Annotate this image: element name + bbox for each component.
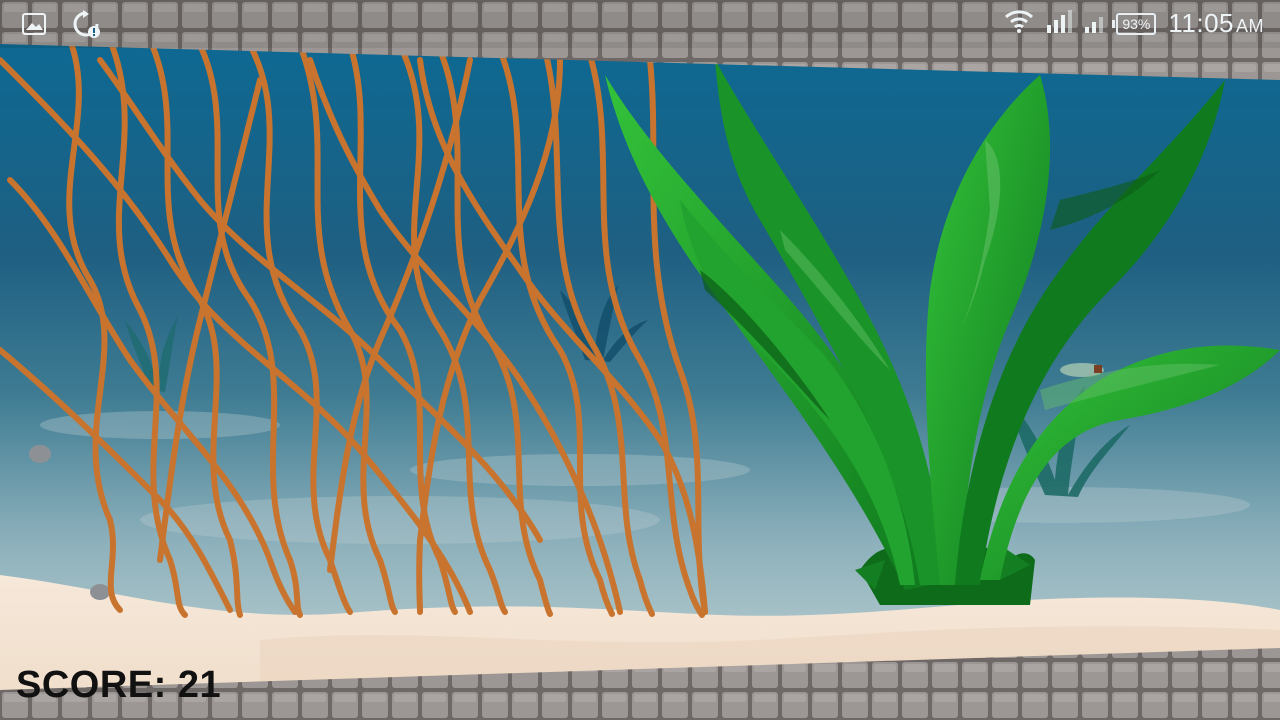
score-label: SCORE: 21 [16, 664, 222, 706]
status-bar-left [22, 10, 102, 42]
image-icon [22, 13, 46, 39]
status-bar: 93% 11:05 AM [0, 0, 1280, 48]
status-bar-right: 93% 11:05 AM [1004, 8, 1264, 39]
clock-ampm: AM [1236, 16, 1264, 36]
clock: 11:05 AM [1168, 8, 1264, 39]
battery-icon: 93% [1112, 12, 1157, 35]
wifi-icon [1004, 9, 1034, 38]
sync-alert-icon [72, 10, 102, 42]
game-scene[interactable] [0, 0, 1280, 720]
clock-time: 11:05 [1168, 8, 1234, 38]
signal-secondary-icon [1084, 9, 1104, 38]
signal-icon [1046, 9, 1073, 38]
